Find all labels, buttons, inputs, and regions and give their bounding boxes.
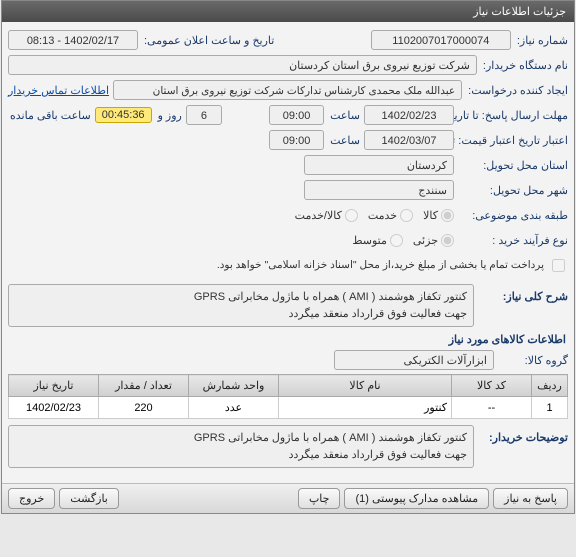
table-row: 1 -- کنتور عدد 220 1402/02/23 [9,397,568,419]
label-city: شهر محل تحویل: [458,184,568,197]
label-hour-2: ساعت [328,134,360,147]
label-need-desc: شرح کلی نیاز: [478,284,568,303]
label-response-deadline: مهلت ارسال پاسخ: تا تاریخ: [458,109,568,122]
th-qty: تعداد / مقدار [99,375,189,397]
label-category: طبقه بندی موضوعی: [458,209,568,222]
window-title: جزئیات اطلاعات نیاز [473,6,566,18]
row-buyer-remarks: توضیحات خریدار: کنتور تکفاز هوشمند ( AMI… [8,425,568,468]
label-requester: ایجاد کننده درخواست: [466,84,568,97]
label-buyer-org: نام دستگاه خریدار: [481,59,568,72]
field-validity-time: 09:00 [269,130,324,150]
requirement-details-window: جزئیات اطلاعات نیاز شماره نیاز: 11020070… [1,0,575,514]
field-response-date: 1402/02/23 [364,105,454,125]
field-validity-date: 1402/03/07 [364,130,454,150]
field-announce-datetime: 1402/02/17 - 08:13 [8,30,138,50]
field-days: 6 [186,105,222,125]
window-titlebar: جزئیات اطلاعات نیاز [2,1,574,22]
checkbox-treasury-payment[interactable] [552,259,565,272]
label-price-validity: اعتبار تاریخ اعتبار قیمت: تا تاریخ: [458,134,568,147]
field-response-time: 09:00 [269,105,324,125]
row-response-deadline: مهلت ارسال پاسخ: تا تاریخ: 1402/02/23 سا… [8,104,568,126]
payment-note-text: پرداخت تمام یا بخشی از مبلغ خرید،از محل … [217,259,544,271]
attachments-button[interactable]: مشاهده مدارک پیوستی (1) [344,488,489,509]
label-time-remaining: ساعت باقی مانده [8,109,91,122]
contact-info-link[interactable]: اطلاعات تماس خریدار [8,84,109,97]
field-need-desc: کنتور تکفاز هوشمند ( AMI ) همراه با ماژو… [8,284,474,327]
respond-button[interactable]: پاسخ به نیاز [493,488,568,509]
exit-button[interactable]: خروج [8,488,55,509]
row-goods-group: گروه کالا: ابزارآلات الکتریکی [8,349,568,371]
row-payment-note: پرداخت تمام یا بخشی از مبلغ خرید،از محل … [8,254,568,276]
field-buyer-org: شرکت توزیع نیروی برق استان کردستان [8,55,477,75]
field-province: کردستان [304,155,454,175]
radio-goods[interactable]: کالا [423,209,454,222]
field-need-no: 1102007017000074 [371,30,511,50]
field-buyer-remarks: کنتور تکفاز هوشمند ( AMI ) همراه با ماژو… [8,425,474,468]
row-city: شهر محل تحویل: سنندج [8,179,568,201]
row-need-no: شماره نیاز: 1102007017000074 تاریخ و ساع… [8,29,568,51]
goods-info-title: اطلاعات کالاهای مورد نیاز [10,333,566,346]
radio-partial[interactable]: جزئی [413,234,454,247]
th-date: تاریخ نیاز [9,375,99,397]
row-buyer-org: نام دستگاه خریدار: شرکت توزیع نیروی برق … [8,54,568,76]
button-bar: پاسخ به نیاز مشاهده مدارک پیوستی (1) چاپ… [2,483,574,513]
back-button[interactable]: بازگشت [59,488,119,509]
label-goods-group: گروه کالا: [498,354,568,367]
label-process-type: نوع فرآیند خرید : [458,234,568,247]
row-process-type: نوع فرآیند خرید : جزئی متوسط [8,229,568,251]
content-area: شماره نیاز: 1102007017000074 تاریخ و ساع… [2,22,574,477]
row-need-desc: شرح کلی نیاز: کنتور تکفاز هوشمند ( AMI )… [8,284,568,327]
process-radio-group: جزئی متوسط [352,234,454,247]
row-province: استان محل تحویل: کردستان [8,154,568,176]
label-province: استان محل تحویل: [458,159,568,172]
th-row: ردیف [532,375,568,397]
row-category: طبقه بندی موضوعی: کالا خدمت کالا/خدمت [8,204,568,226]
label-announce-datetime: تاریخ و ساعت اعلان عمومی: [142,34,274,47]
category-radio-group: کالا خدمت کالا/خدمت [295,209,454,222]
th-name: نام کالا [279,375,452,397]
print-button[interactable]: چاپ [298,488,341,509]
label-hour-1: ساعت [328,109,360,122]
label-need-no: شماره نیاز: [515,34,568,47]
row-price-validity: اعتبار تاریخ اعتبار قیمت: تا تاریخ: 1402… [8,129,568,151]
goods-table: ردیف کد کالا نام کالا واحد شمارش تعداد /… [8,374,568,419]
radio-medium[interactable]: متوسط [352,234,403,247]
radio-service[interactable]: خدمت [368,209,413,222]
field-requester: عبدالله ملک محمدی کارشناس تدارکات شرکت ت… [113,80,462,100]
field-city: سنندج [304,180,454,200]
radio-goods-service[interactable]: کالا/خدمت [295,209,358,222]
th-code: کد کالا [452,375,532,397]
label-buyer-remarks: توضیحات خریدار: [478,425,568,444]
field-goods-group: ابزارآلات الکتریکی [334,350,494,370]
label-days-and: روز و [156,109,182,122]
th-unit: واحد شمارش [189,375,279,397]
row-requester: ایجاد کننده درخواست: عبدالله ملک محمدی ک… [8,79,568,101]
countdown-timer: 00:45:36 [95,107,152,123]
